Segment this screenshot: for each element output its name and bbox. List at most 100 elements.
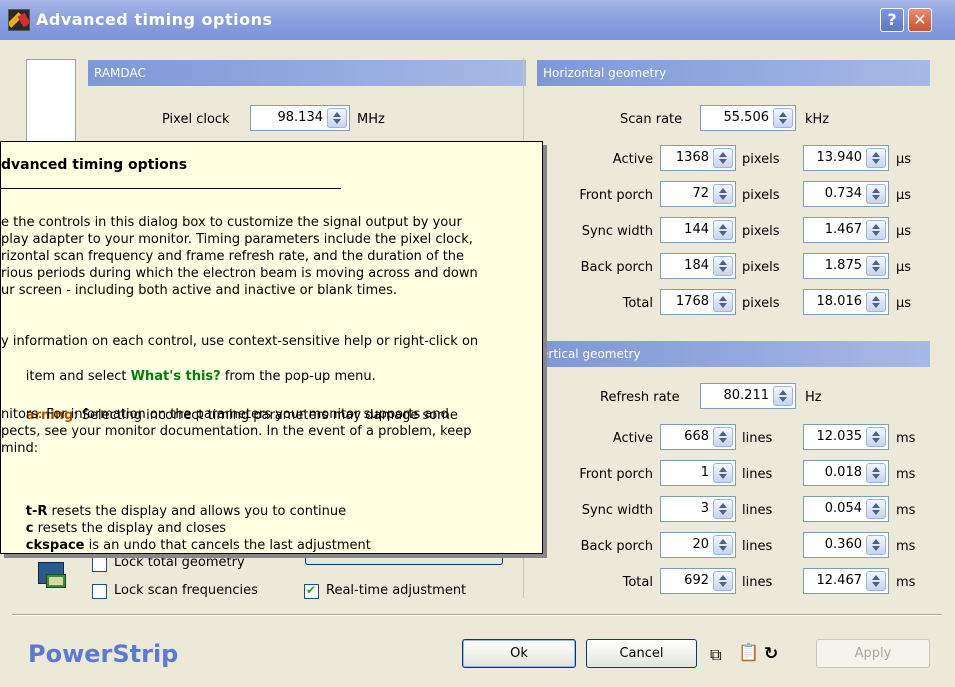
popup-p1-line: rious periods during which the electron …: [1, 266, 478, 281]
spin-arrows-icon[interactable]: [866, 463, 886, 483]
lock-scan-frequencies-label: Lock scan frequencies: [114, 583, 258, 598]
lock-scan-frequencies-checkbox[interactable]: [92, 584, 107, 599]
v-value-spinner[interactable]: 1: [660, 460, 736, 486]
apply-button[interactable]: Apply: [816, 639, 930, 668]
shortcut-line: ckspace is an undo that cancels the last…: [1, 519, 371, 572]
close-button[interactable]: ✕: [908, 8, 932, 32]
realtime-adjustment-checkbox[interactable]: [304, 583, 319, 599]
h-time-spinner[interactable]: 13.940: [803, 145, 889, 171]
h-value: 1368: [675, 150, 709, 165]
spin-arrows-icon[interactable]: [866, 256, 886, 276]
popup-p1-line: play adapter to your monitor. Timing par…: [1, 232, 473, 247]
powerstrip-app-icon: [8, 9, 30, 31]
spin-arrows-icon[interactable]: [713, 148, 733, 168]
scan-rate-spinner[interactable]: 55.506: [700, 105, 796, 131]
v-time-spinner[interactable]: 12.467: [803, 568, 889, 594]
v-time-unit: ms: [896, 503, 916, 518]
spin-arrows-icon[interactable]: [866, 184, 886, 204]
v-value-spinner[interactable]: 3: [660, 496, 736, 522]
popup-p3-line: pects, see your monitor documentation. I…: [1, 424, 472, 439]
pixel-clock-spinner[interactable]: 98.134: [250, 105, 350, 131]
v-time: 0.360: [824, 537, 862, 552]
h-time-spinner[interactable]: 1.875: [803, 253, 889, 279]
footer-divider: [12, 614, 942, 616]
realtime-adjustment-label: Real-time adjustment: [326, 583, 467, 598]
h-value-spinner[interactable]: 1368: [660, 145, 736, 171]
h-time-unit: µs: [896, 224, 912, 239]
spin-arrows-icon[interactable]: [866, 535, 886, 555]
spin-arrows-icon[interactable]: [327, 108, 347, 128]
h-value-spinner[interactable]: 184: [660, 253, 736, 279]
v-value-spinner[interactable]: 20: [660, 532, 736, 558]
h-time: 13.940: [816, 150, 863, 165]
h-row-label: Total: [622, 296, 653, 311]
help-button[interactable]: ?: [880, 8, 904, 32]
spin-arrows-icon[interactable]: [713, 292, 733, 312]
pixel-clock-label: Pixel clock: [162, 112, 230, 127]
v-value-spinner[interactable]: 668: [660, 424, 736, 450]
h-unit: pixels: [742, 224, 780, 239]
h-time-spinner[interactable]: 18.016: [803, 289, 889, 315]
h-time-unit: µs: [896, 152, 912, 167]
v-unit: lines: [742, 539, 773, 554]
spin-arrows-icon[interactable]: [713, 427, 733, 447]
v-time: 0.054: [824, 501, 862, 516]
spin-arrows-icon[interactable]: [713, 499, 733, 519]
spin-arrows-icon[interactable]: [713, 220, 733, 240]
paste-icon[interactable]: 📋: [738, 643, 759, 663]
popup-p1-line: rizontal scan frequency and frame refres…: [1, 249, 465, 264]
spin-arrows-icon[interactable]: [866, 292, 886, 312]
title-bar[interactable]: Advanced timing options ? ✕: [0, 0, 955, 40]
popup-rule: [1, 188, 341, 189]
v-time-spinner[interactable]: 0.018: [803, 460, 889, 486]
h-unit: pixels: [742, 152, 780, 167]
v-unit: lines: [742, 467, 773, 482]
popup-p3-line: mind:: [1, 441, 39, 456]
spin-arrows-icon[interactable]: [866, 220, 886, 240]
h-time-spinner[interactable]: 0.734: [803, 181, 889, 207]
ok-button[interactable]: Ok: [462, 639, 576, 668]
refresh-rate-spinner[interactable]: 80.211: [700, 383, 796, 409]
h-time-spinner[interactable]: 1.467: [803, 217, 889, 243]
h-value-spinner[interactable]: 72: [660, 181, 736, 207]
copy-icon[interactable]: ⧉: [710, 645, 721, 665]
h-time: 1.467: [824, 222, 862, 237]
h-value: 72: [692, 186, 709, 201]
spin-arrows-icon[interactable]: [773, 386, 793, 406]
refresh-rate-label: Refresh rate: [600, 390, 680, 405]
v-row-label: Active: [612, 431, 653, 446]
spin-arrows-icon[interactable]: [713, 463, 733, 483]
spin-arrows-icon[interactable]: [866, 427, 886, 447]
h-row-label: Front porch: [579, 188, 653, 203]
v-time: 12.467: [816, 573, 863, 588]
h-value-spinner[interactable]: 144: [660, 217, 736, 243]
spin-arrows-icon[interactable]: [866, 571, 886, 591]
h-value-spinner[interactable]: 1768: [660, 289, 736, 315]
pixel-clock-unit: MHz: [357, 112, 385, 127]
spin-arrows-icon[interactable]: [773, 108, 793, 128]
spin-arrows-icon[interactable]: [713, 184, 733, 204]
v-time-spinner[interactable]: 0.054: [803, 496, 889, 522]
v-time-spinner[interactable]: 12.035: [803, 424, 889, 450]
cancel-button[interactable]: Cancel: [586, 639, 697, 668]
v-value: 20: [692, 537, 709, 552]
refresh-icon[interactable]: ↻: [764, 644, 778, 664]
v-row-label: Sync width: [581, 503, 653, 518]
shortcut-key: ckspace: [25, 537, 85, 553]
horizontal-geometry-header: Horizontal geometry: [537, 60, 930, 86]
shortcut-text: is an undo that cancels the last adjustm…: [84, 537, 371, 553]
spin-arrows-icon[interactable]: [713, 535, 733, 555]
v-time-unit: ms: [896, 575, 916, 590]
scan-rate-label: Scan rate: [620, 112, 683, 127]
spin-arrows-icon[interactable]: [713, 256, 733, 276]
spin-arrows-icon[interactable]: [866, 499, 886, 519]
v-value-spinner[interactable]: 692: [660, 568, 736, 594]
preview-panel: [26, 59, 76, 149]
v-time-spinner[interactable]: 0.360: [803, 532, 889, 558]
spin-arrows-icon[interactable]: [713, 571, 733, 591]
h-row-label: Back porch: [580, 260, 653, 275]
brand-label: PowerStrip: [28, 640, 179, 668]
spin-arrows-icon[interactable]: [866, 148, 886, 168]
h-time-unit: µs: [896, 296, 912, 311]
v-time: 12.035: [816, 429, 863, 444]
